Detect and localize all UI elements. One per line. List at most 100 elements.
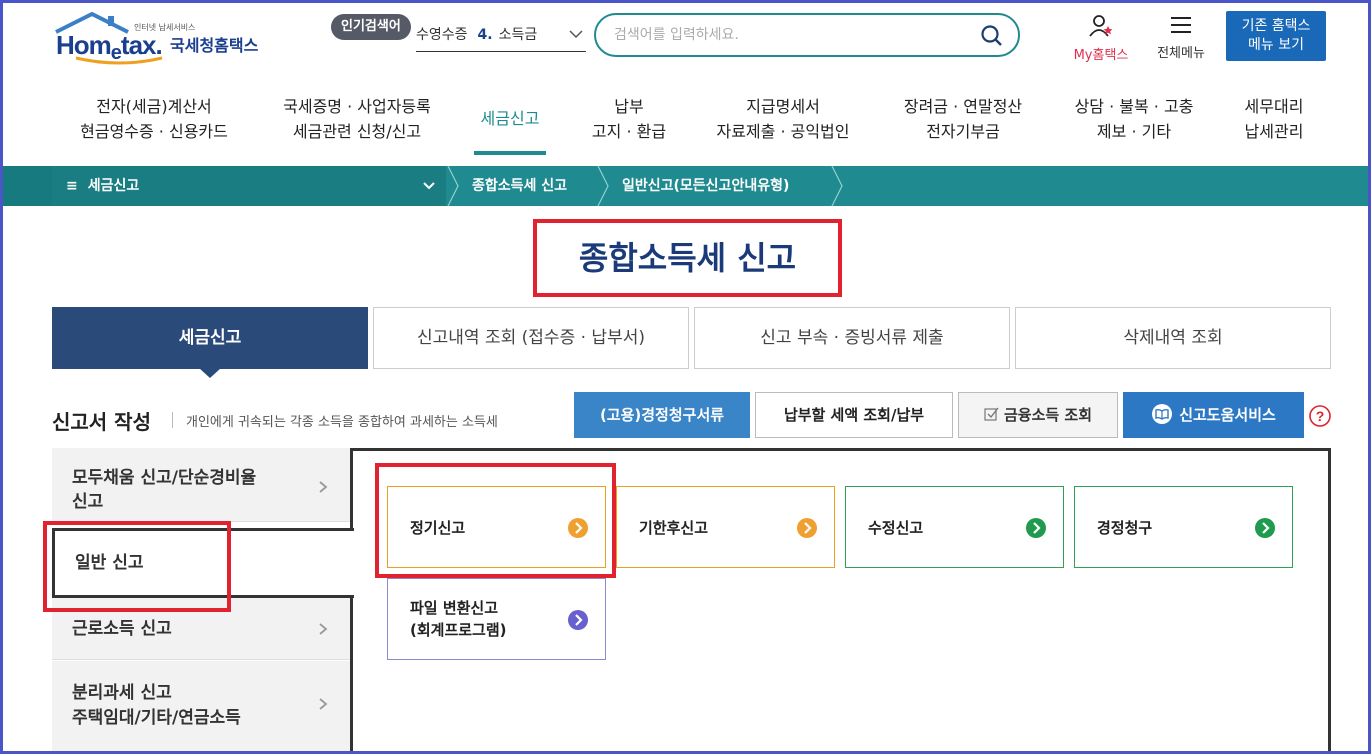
late-filing-card[interactable]: 기한후신고	[616, 486, 835, 568]
breadcrumb-separator-icon	[447, 166, 459, 206]
popular-prefix: 수영수증	[416, 27, 468, 43]
gnb-item-incentives[interactable]: 장려금 · 연말정산 전자기부금	[892, 94, 1034, 144]
arrow-right-circle-icon	[1255, 518, 1275, 538]
tab-filing-history[interactable]: 신고내역 조회 (접수증 · 납부서)	[373, 307, 689, 369]
gnb-item-payment-statements[interactable]: 지급명세서 자료제출 · 공익법인	[706, 94, 860, 144]
my-hometax-label: My홈택스	[1073, 48, 1129, 63]
gnb-label: 고지 · 환급	[591, 122, 667, 141]
gnb-label: 납부	[614, 97, 644, 116]
all-menu-label: 전체메뉴	[1157, 46, 1205, 61]
breadcrumb: ≡ 세금신고 종합소득세 신고 일반신고(모든신고안내유형)	[0, 166, 1371, 206]
legacy-line1: 기존 홈택스	[1241, 18, 1311, 34]
my-hometax-button[interactable]: My홈택스	[1066, 14, 1136, 63]
search-box	[594, 13, 1020, 57]
claim-documents-button[interactable]: (고용)경정청구서류	[574, 392, 750, 438]
breadcrumb-pad	[0, 166, 52, 206]
tax-due-button[interactable]: 납부할 세액 조회/납부	[755, 392, 953, 438]
chevron-right-icon	[319, 623, 328, 635]
legacy-line2: 메뉴 보기	[1248, 37, 1304, 53]
chevron-right-icon	[319, 481, 328, 493]
global-navigation: 전자(세금)계산서 현금영수증 · 신용카드 국세증명 · 사업자등록 세금관련…	[0, 90, 1371, 160]
breadcrumb-separator-icon	[597, 166, 609, 206]
gnb-label: 전자기부금	[926, 122, 1000, 141]
card-label-line1: 파일 변환신고	[410, 599, 499, 617]
gnb-item-tax-agent[interactable]: 세무대리 납세관리	[1236, 94, 1312, 144]
chevron-down-icon	[423, 182, 435, 190]
svg-text:?: ?	[1316, 408, 1325, 424]
card-label: 기한후신고	[639, 519, 709, 537]
correction-claim-card[interactable]: 경정청구	[1074, 486, 1293, 568]
breadcrumb-level3[interactable]: 일반신고(모든신고안내유형)	[622, 166, 789, 206]
card-label: 수정신고	[868, 519, 924, 537]
card-label-line2: (회계프로그램)	[410, 621, 507, 639]
gnb-label: 전자(세금)계산서	[96, 97, 212, 116]
gnb-active-indicator	[474, 151, 546, 155]
file-conversion-card[interactable]: 파일 변환신고 (회계프로그램)	[387, 578, 606, 660]
amended-filing-card[interactable]: 수정신고	[845, 486, 1064, 568]
gnb-label: 세금관련 신청/신고	[292, 122, 422, 141]
help-service-label: 신고도움서비스	[1179, 406, 1276, 424]
filing-help-service-button[interactable]: 신고도움서비스	[1123, 392, 1304, 438]
book-icon	[1152, 404, 1173, 424]
breadcrumb-separator-icon	[831, 166, 843, 206]
all-menu-button[interactable]: 전체메뉴	[1150, 14, 1212, 61]
search-input[interactable]	[614, 23, 974, 47]
logo-korean: 국세청홈택스	[170, 36, 259, 55]
section-description: 개인에게 귀속되는 각종 소득을 종합하여 과세하는 소득세	[186, 415, 498, 430]
popular-search-ticker[interactable]: 수영수증 4. 소득금	[416, 22, 586, 52]
legacy-hometax-button[interactable]: 기존 홈택스 메뉴 보기	[1226, 11, 1326, 61]
side-item-label: 근로소득 신고	[72, 619, 172, 639]
logo-swoosh-icon	[75, 56, 163, 65]
card-label: 경정청구	[1097, 519, 1153, 537]
divider	[172, 412, 173, 428]
highlight-box	[43, 521, 231, 612]
popular-search-badge: 인기검색어	[331, 14, 411, 40]
gnb-label: 세금신고	[480, 109, 540, 128]
gnb-item-certificates[interactable]: 국세증명 · 사업자등록 세금관련 신청/신고	[272, 94, 442, 144]
breadcrumb-menu-dropdown[interactable]: ≡ 세금신고	[52, 166, 446, 206]
gnb-item-tax-filing[interactable]: 세금신고	[474, 106, 546, 131]
section-title: 신고서 작성	[52, 410, 151, 434]
gnb-label: 현금영수증 · 신용카드	[80, 122, 228, 141]
tab-supporting-docs[interactable]: 신고 부속 · 증빙서류 제출	[694, 307, 1010, 369]
search-icon[interactable]	[980, 24, 1004, 48]
header: 인터넷 납세서비스 Hometax. 국세청홈택스 인기검색어 수영수증 4. 소득…	[0, 0, 1371, 76]
page-title: 종합소득세 신고	[533, 219, 842, 297]
gnb-label: 제보 · 기타	[1096, 122, 1172, 141]
side-item-label: 신고	[72, 492, 104, 512]
side-item-label: 모두채움 신고/단순경비율	[72, 468, 257, 488]
side-item-label: 주택임대/기타/연금소득	[72, 708, 241, 728]
arrow-right-circle-icon	[1026, 518, 1046, 538]
breadcrumb-level2[interactable]: 종합소득세 신고	[472, 166, 567, 206]
gnb-label: 국세증명 · 사업자등록	[283, 97, 431, 116]
side-item-simple-filing[interactable]: 모두채움 신고/단순경비율 신고	[52, 448, 350, 522]
side-item-label: 분리과세 신고	[72, 683, 172, 703]
menu-lines-icon: ≡	[66, 178, 78, 194]
breadcrumb-menu-label: 세금신고	[87, 178, 140, 194]
checkbox-icon	[984, 407, 999, 421]
popular-term: 소득금	[498, 27, 538, 43]
gnb-item-einvoice[interactable]: 전자(세금)계산서 현금영수증 · 신용카드	[72, 94, 236, 144]
gnb-item-payment[interactable]: 납부 고지 · 환급	[584, 94, 674, 144]
tab-tax-filing[interactable]: 세금신고	[52, 307, 368, 369]
help-question-icon[interactable]: ?	[1308, 404, 1332, 428]
tab-deleted-history[interactable]: 삭제내역 조회	[1015, 307, 1331, 369]
arrow-right-circle-icon	[797, 518, 817, 538]
gnb-label: 자료제출 · 공익법인	[716, 122, 850, 141]
gnb-label: 장려금 · 연말정산	[903, 97, 1023, 116]
user-icon	[1089, 15, 1113, 37]
gnb-label: 납세관리	[1244, 122, 1304, 141]
side-item-separate-taxation[interactable]: 분리과세 신고 주택임대/기타/연금소득	[52, 661, 350, 754]
highlight-box	[375, 463, 616, 578]
active-tab-pointer	[199, 368, 221, 378]
chevron-down-icon[interactable]	[568, 26, 584, 42]
gnb-item-consultation[interactable]: 상담 · 불복 · 고충 제보 · 기타	[1064, 94, 1204, 144]
financial-income-label: 금융소득 조회	[1003, 406, 1093, 424]
popular-rank-number: 4.	[477, 27, 493, 43]
gnb-label: 상담 · 불복 · 고충	[1074, 97, 1194, 116]
gnb-label: 지급명세서	[746, 97, 820, 116]
hometax-logo[interactable]: 인터넷 납세서비스 Hometax. 국세청홈택스	[52, 12, 272, 65]
gnb-label: 세무대리	[1244, 97, 1304, 116]
financial-income-button[interactable]: 금융소득 조회	[958, 392, 1118, 438]
arrow-right-circle-icon	[568, 610, 588, 630]
